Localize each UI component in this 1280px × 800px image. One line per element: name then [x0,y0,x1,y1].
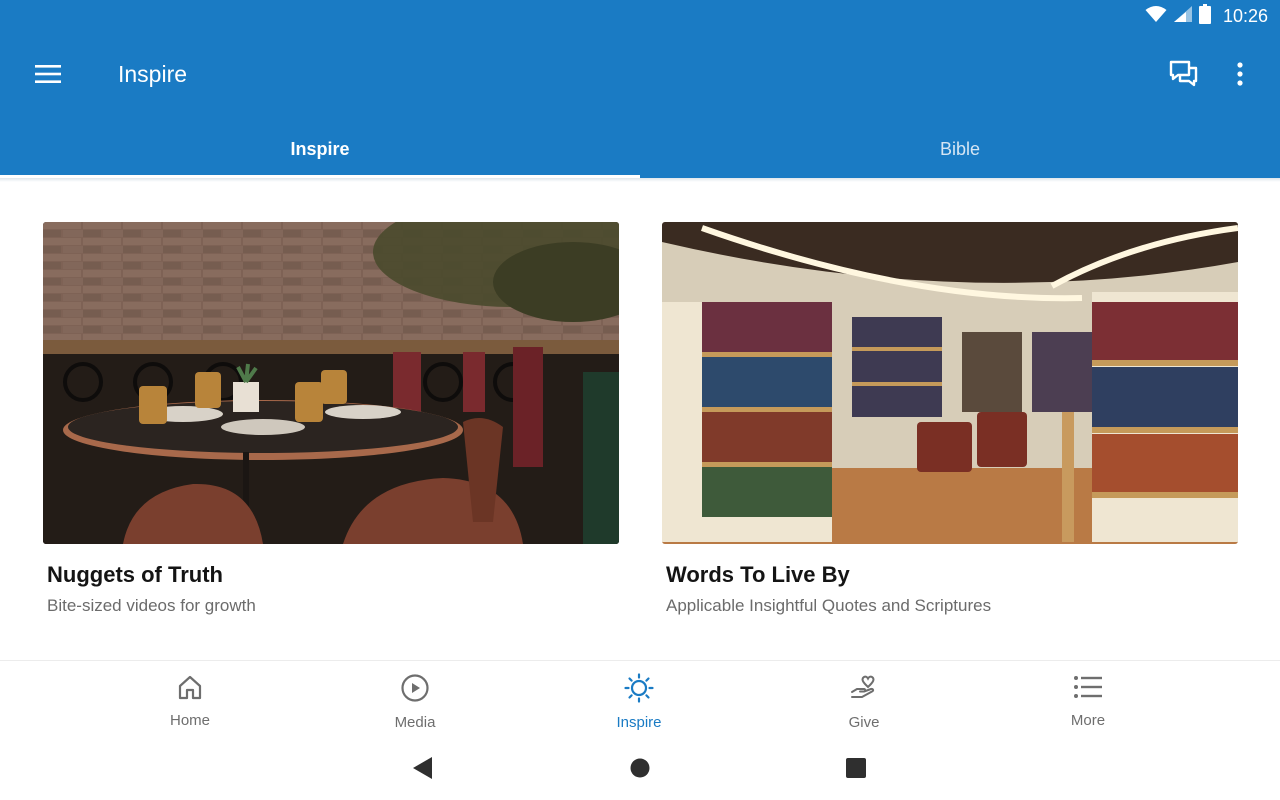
tab-bar: Inspire Bible [0,120,1280,178]
list-icon [1073,673,1103,706]
menu-button[interactable] [28,56,68,96]
status-time: 10:26 [1222,5,1268,26]
give-hand-heart-icon [849,673,879,708]
nav-label: Inspire [616,714,662,731]
card-subtitle: Bite-sized videos for growth [47,596,256,615]
card-title: Words To Live By [666,562,850,587]
restaurant-table-photo [43,222,619,544]
play-circle-icon [400,673,430,708]
bottom-nav: Home Media Inspire Give More [0,660,1280,737]
home-circle-icon[interactable] [630,758,650,783]
card-nuggets-of-truth[interactable]: Nuggets of Truth Bite-sized videos for g… [43,222,619,616]
status-icons: 10:26 [1145,3,1268,29]
recents-icon[interactable] [846,758,866,783]
tab-label: Bible [939,138,981,159]
more-vert-icon [1236,61,1244,91]
card-subtitle: Applicable Insightful Quotes and Scriptu… [666,596,992,615]
nav-label: More [1070,712,1106,729]
back-icon[interactable] [412,756,434,785]
menu-icon [35,64,61,89]
system-nav-bar [0,736,1280,800]
nav-label: Media [394,714,436,731]
signal-icon [1173,5,1193,28]
nav-more[interactable]: More [1028,673,1148,729]
more-options-button[interactable] [1220,56,1260,96]
nav-label: Home [169,712,210,729]
chat-button[interactable] [1164,56,1204,96]
card-words-to-live-by[interactable]: Words To Live By Applicable Insightful Q… [662,222,1238,616]
nav-inspire[interactable]: Inspire [579,673,699,731]
app-root: 10:26 Inspire Inspire Bible Nuggets of T… [0,0,1280,800]
library-bookshelves-photo [662,222,1238,544]
card-title: Nuggets of Truth [47,562,223,587]
nav-home[interactable]: Home [130,673,250,729]
nav-give[interactable]: Give [804,673,924,731]
tab-bible[interactable]: Bible [640,120,1280,178]
tab-label: Inspire [290,138,350,159]
battery-icon [1198,3,1211,29]
status-bar: 10:26 [0,0,1280,32]
nav-media[interactable]: Media [355,673,475,731]
app-bar: Inspire [0,32,1280,120]
chat-icon [1169,60,1199,93]
wifi-icon [1145,5,1167,28]
page-title: Inspire [118,61,188,87]
tab-inspire[interactable]: Inspire [0,120,640,178]
nav-label: Give [848,714,880,731]
home-icon [176,673,204,706]
tab-shadow [0,178,1280,182]
sun-icon [623,673,655,708]
